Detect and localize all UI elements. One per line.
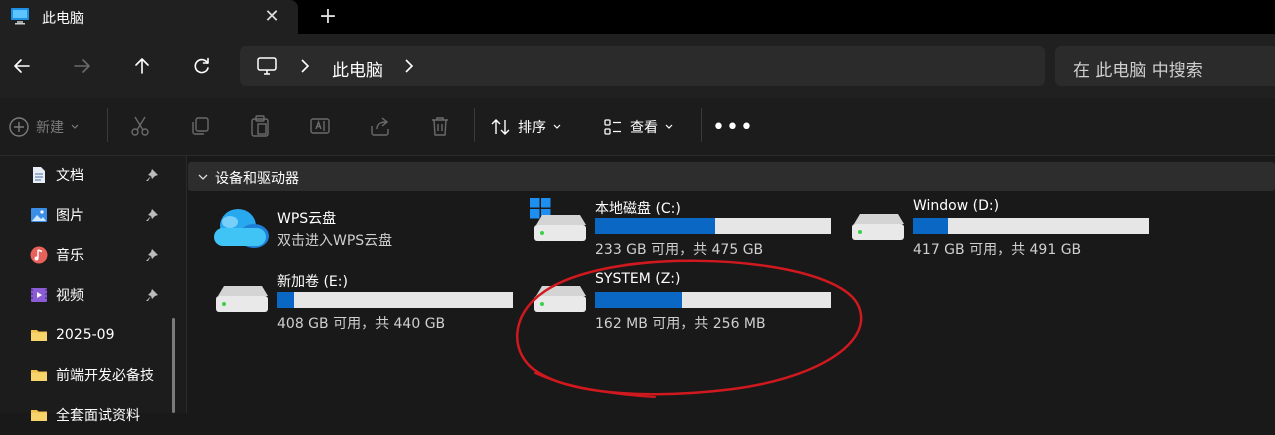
- view-icon: [604, 119, 621, 135]
- up-button[interactable]: [126, 50, 158, 82]
- refresh-button[interactable]: [186, 50, 218, 82]
- drive-z-usage-bar: [595, 292, 831, 308]
- wps-cloud-subtitle: 双击进入WPS云盘: [277, 233, 393, 249]
- drive-c-usage-fill: [595, 218, 716, 234]
- sidebar-item-label: 图片: [56, 208, 84, 224]
- sidebar-item-label: 音乐: [56, 248, 84, 264]
- drive-d-usage-bar: [913, 218, 1149, 234]
- pin-icon[interactable]: [145, 288, 159, 302]
- sidebar-item-label: 全套面试资料: [56, 408, 140, 424]
- drive-e-name[interactable]: 新加卷 (E:): [277, 271, 348, 291]
- wps-cloud-icon[interactable]: [210, 202, 272, 254]
- music-icon: [30, 246, 48, 264]
- tab-title: 此电脑: [42, 11, 84, 27]
- sort-icon: [491, 119, 510, 135]
- sidebar-item-label: 视频: [56, 288, 84, 304]
- view-button[interactable]: 查看: [602, 112, 674, 142]
- system-drive-icon[interactable]: [530, 197, 588, 245]
- folder-icon: [31, 370, 47, 381]
- drive-c-info: 233 GB 可用，共 475 GB: [595, 242, 764, 258]
- new-button-label: 新建: [36, 120, 64, 136]
- sidebar-item-folder-interview[interactable]: 全套面试资料: [30, 395, 170, 435]
- drive-icon[interactable]: [212, 284, 270, 316]
- drive-icon[interactable]: [848, 212, 906, 244]
- drive-e-usage-bar: [277, 292, 513, 308]
- refresh-icon: [194, 57, 209, 74]
- drive-c-usage-bar: [595, 218, 831, 234]
- back-button[interactable]: [6, 50, 38, 82]
- toolbar-divider: [474, 108, 475, 142]
- sidebar-item-label: 文档: [56, 168, 84, 184]
- arrow-right-icon: [74, 59, 90, 73]
- drive-c-name[interactable]: 本地磁盘 (C:): [595, 198, 681, 218]
- content-pane: [187, 156, 1275, 413]
- chevron-down-icon: [71, 124, 79, 129]
- copy-icon[interactable]: [188, 114, 212, 138]
- delete-icon[interactable]: [428, 114, 452, 138]
- sidebar-scrollbar[interactable]: [172, 318, 175, 413]
- more-options-button[interactable]: •••: [712, 115, 753, 140]
- breadcrumb-this-pc[interactable]: 此电脑: [332, 56, 383, 81]
- view-button-label: 查看: [630, 120, 658, 136]
- drive-icon[interactable]: [530, 284, 588, 316]
- sort-button-label: 排序: [518, 120, 546, 136]
- group-header-devices[interactable]: [188, 162, 1275, 191]
- arrow-up-icon: [135, 58, 149, 74]
- document-icon: [33, 167, 45, 183]
- rename-icon[interactable]: [308, 114, 332, 138]
- sort-button[interactable]: 排序: [490, 112, 562, 142]
- cut-icon[interactable]: [128, 114, 152, 138]
- drive-d-info: 417 GB 可用，共 491 GB: [913, 242, 1082, 258]
- pin-icon[interactable]: [145, 248, 159, 262]
- wps-cloud-name[interactable]: WPS云盘: [277, 208, 336, 228]
- video-icon: [31, 288, 47, 302]
- group-title: 设备和驱动器: [215, 171, 299, 187]
- drive-z-usage-fill: [595, 292, 683, 308]
- drive-e-usage-fill: [277, 292, 294, 308]
- pin-icon[interactable]: [145, 168, 159, 182]
- chevron-right-icon[interactable]: [402, 58, 416, 74]
- sidebar-item-folder-2025-09[interactable]: 2025-09: [30, 315, 170, 355]
- chevron-down-icon: [553, 124, 561, 129]
- paste-icon[interactable]: [248, 114, 272, 138]
- chevron-right-icon[interactable]: [298, 58, 312, 74]
- new-button[interactable]: 新建: [8, 112, 80, 142]
- toolbar-divider: [107, 108, 108, 142]
- share-icon[interactable]: [368, 114, 392, 138]
- arrow-left-icon: [14, 59, 30, 73]
- drive-e-info: 408 GB 可用，共 440 GB: [277, 316, 446, 332]
- monitor-icon: [10, 7, 30, 25]
- pin-icon[interactable]: [145, 208, 159, 222]
- folder-icon: [31, 330, 47, 341]
- chevron-down-icon: [665, 124, 673, 129]
- folder-icon: [31, 410, 47, 421]
- forward-button[interactable]: [66, 50, 98, 82]
- chevron-down-icon[interactable]: [196, 170, 210, 184]
- drive-z-info: 162 MB 可用，共 256 MB: [595, 316, 766, 332]
- close-tab-button[interactable]: ✕: [262, 6, 282, 27]
- computer-icon[interactable]: [256, 56, 278, 76]
- search-placeholder[interactable]: 在 此电脑 中搜索: [1073, 56, 1203, 81]
- sidebar-item-label: 前端开发必备技: [56, 368, 154, 384]
- plus-circle-icon: [9, 117, 29, 137]
- new-tab-button[interactable]: +: [318, 4, 338, 29]
- pictures-icon: [31, 208, 47, 222]
- drive-d-usage-fill: [913, 218, 949, 234]
- toolbar-divider: [701, 108, 702, 142]
- drive-z-name[interactable]: SYSTEM (Z:): [595, 271, 680, 287]
- drive-d-name[interactable]: Window (D:): [913, 198, 999, 214]
- sidebar-item-folder-frontend[interactable]: 前端开发必备技: [30, 355, 170, 395]
- sidebar-item-label: 2025-09: [56, 327, 115, 343]
